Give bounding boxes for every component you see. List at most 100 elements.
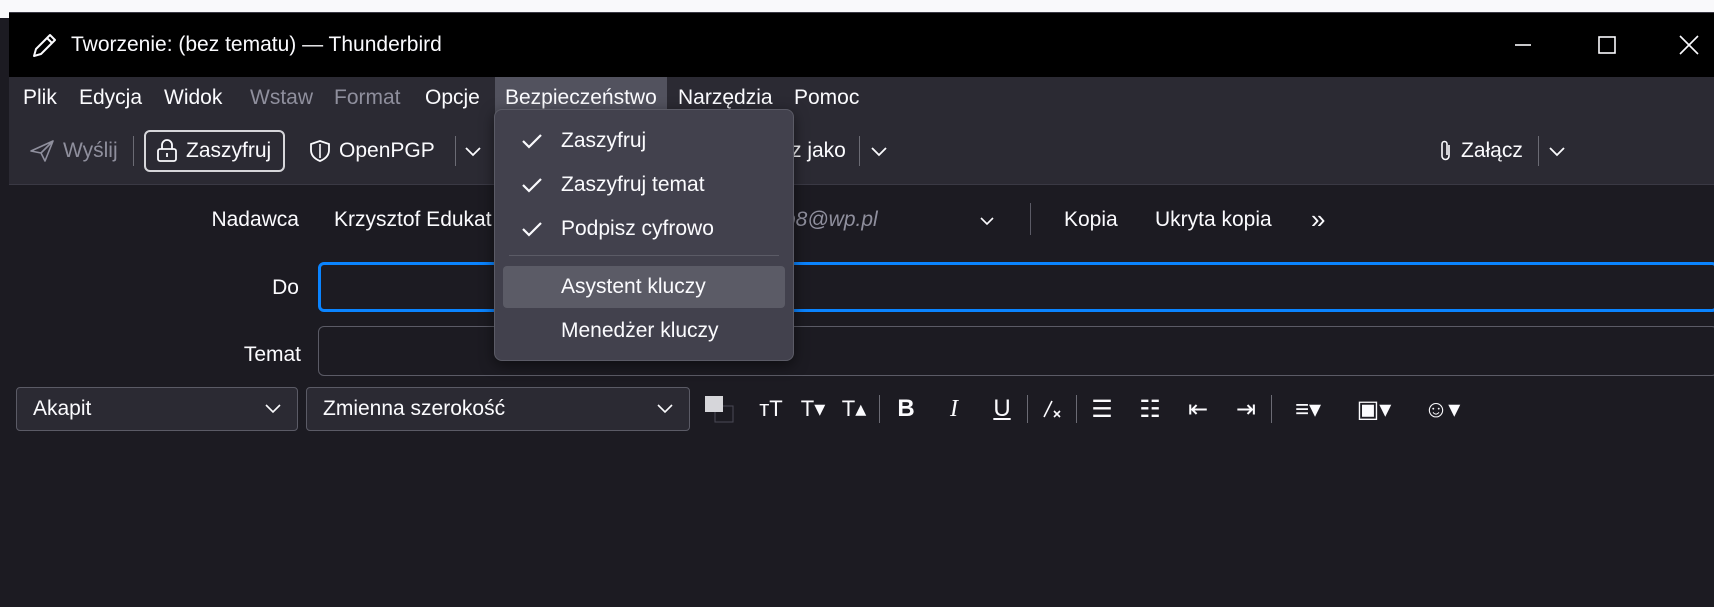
checkmark-icon [522,178,542,193]
chevron-down-icon [657,404,673,414]
menu-bar: Plik Edycja Widok Wstaw Format Opcje Bez… [9,77,1714,118]
chevron-down-icon [871,147,887,157]
to-label: Do [272,276,299,299]
bcc-button[interactable]: Ukryta kopia [1155,208,1272,232]
encrypt-label: Zaszyfruj [186,139,272,162]
checkmark-icon [522,134,542,149]
menu-item-label: Asystent kluczy [561,275,706,298]
toolbar-separator [455,136,456,166]
security-menu-popup: Zaszyfruj Zaszyfruj temat Podpisz cyfrow… [494,109,794,361]
menu-options[interactable]: Opcje [420,77,485,118]
menu-item-label: Podpisz cyfrowo [561,217,714,240]
bold-button[interactable]: B [889,395,923,423]
toolbar-separator [859,136,860,166]
shield-icon [310,140,330,162]
remove-formatting-button[interactable] [1035,395,1069,423]
numbered-list-icon: ☷ [1139,395,1161,423]
menu-help[interactable]: Pomoc [789,77,864,118]
header-separator [1030,203,1031,235]
subscript-button[interactable]: T▾ [796,395,830,423]
insert-emoji-button[interactable]: ☺▾ [1413,395,1471,423]
menu-item-encrypt-subject[interactable]: Zaszyfruj temat [503,164,785,206]
attach-label: Załącz [1461,139,1523,162]
chevron-down-icon[interactable] [977,211,997,231]
paragraph-format-select[interactable]: Akapit [16,387,298,431]
menu-edit[interactable]: Edycja [74,77,147,118]
encrypt-button[interactable]: Zaszyfruj [144,130,286,172]
compose-toolbar: Wyślij Zaszyfruj OpenPGP z jako Załącz [9,118,1714,185]
insert-image-button[interactable]: ▣▾ [1345,395,1403,423]
font-size-increase-button[interactable]: ᴛT [754,395,788,423]
close-button[interactable] [1649,13,1714,77]
align-icon: ≡▾ [1294,395,1322,423]
lock-icon [157,139,177,162]
openpgp-label: OpenPGP [339,139,435,162]
maximize-button[interactable] [1567,13,1647,77]
menu-item-key-manager[interactable]: Menedżer kluczy [503,310,785,352]
chevron-down-icon [465,147,481,157]
menu-view[interactable]: Widok [159,77,227,118]
from-email[interactable]: p8@wp.pl [784,208,878,232]
format-separator [1271,395,1272,423]
image-icon: ▣▾ [1356,395,1392,423]
cc-button[interactable]: Kopia [1064,208,1118,232]
window-title: Tworzenie: (bez tematu) — Thunderbird [71,33,442,56]
bullet-list-button[interactable]: ☰ [1085,395,1119,423]
menu-item-encrypt[interactable]: Zaszyfruj [503,120,785,162]
minimize-button[interactable] [1483,13,1563,77]
maximize-icon [1598,36,1616,54]
outdent-button[interactable]: ⇤ [1181,395,1215,423]
menu-item-label: Zaszyfruj [561,129,647,152]
openpgp-button[interactable]: OpenPGP [309,130,435,172]
menu-item-label: Zaszyfruj temat [561,173,705,196]
font-value: Zmienna szerokość [323,397,506,420]
indent-button[interactable]: ⇥ [1229,395,1263,423]
checkmark-icon [522,222,542,237]
menu-item-key-assistant[interactable]: Asystent kluczy [503,266,785,308]
font-size-increase-icon: ᴛT [759,396,783,421]
text-color-button[interactable] [699,395,739,423]
title-bar: Tworzenie: (bez tematu) — Thunderbird [9,13,1714,77]
toolbar-separator [133,136,134,166]
italic-button[interactable]: I [937,395,971,423]
openpgp-dropdown-button[interactable] [463,130,483,172]
menu-item-sign[interactable]: Podpisz cyfrowo [503,208,785,250]
format-toolbar: Akapit Zmienna szerokość ᴛT T▾ T▴ B I U … [9,383,1714,435]
menu-file[interactable]: Plik [18,77,62,118]
underline-icon: U [993,395,1011,422]
paragraph-format-value: Akapit [33,397,92,420]
italic-icon: I [950,395,958,422]
eraser-icon [1043,400,1061,418]
pencil-icon [33,34,56,57]
align-button[interactable]: ≡▾ [1279,395,1337,423]
menu-item-label: Menedżer kluczy [561,319,719,342]
menu-format[interactable]: Format [329,77,406,118]
menu-insert[interactable]: Wstaw [245,77,318,118]
save-as-label: z jako [791,139,846,162]
bullet-list-icon: ☰ [1091,395,1113,423]
indent-icon: ⇥ [1235,395,1257,423]
chevron-down-icon [265,404,281,414]
attach-button[interactable]: Załącz [1439,130,1523,172]
close-icon [1679,35,1699,55]
save-as-dropdown-button[interactable] [869,130,889,172]
superscript-icon: T▴ [841,396,867,421]
from-value[interactable]: Krzysztof Edukat [334,208,492,232]
save-as-button[interactable]: z jako [791,130,846,172]
compose-window: Tworzenie: (bez tematu) — Thunderbird Pl… [9,12,1714,607]
message-body[interactable] [9,437,1714,607]
subject-label: Temat [243,343,301,366]
attach-dropdown-button[interactable] [1547,130,1567,172]
superscript-button[interactable]: T▴ [837,395,871,423]
chevron-down-icon [1549,147,1565,157]
underline-button[interactable]: U [985,395,1019,423]
font-select[interactable]: Zmienna szerokość [306,387,690,431]
more-headers-button[interactable]: » [1311,204,1325,235]
send-label: Wyślij [63,139,118,162]
paperclip-icon [1441,140,1450,161]
numbered-list-button[interactable]: ☷ [1133,395,1167,423]
color-swatch-icon [705,396,734,423]
bold-icon: B [897,395,915,422]
minimize-icon [1515,44,1531,46]
send-button[interactable]: Wyślij [29,130,118,172]
